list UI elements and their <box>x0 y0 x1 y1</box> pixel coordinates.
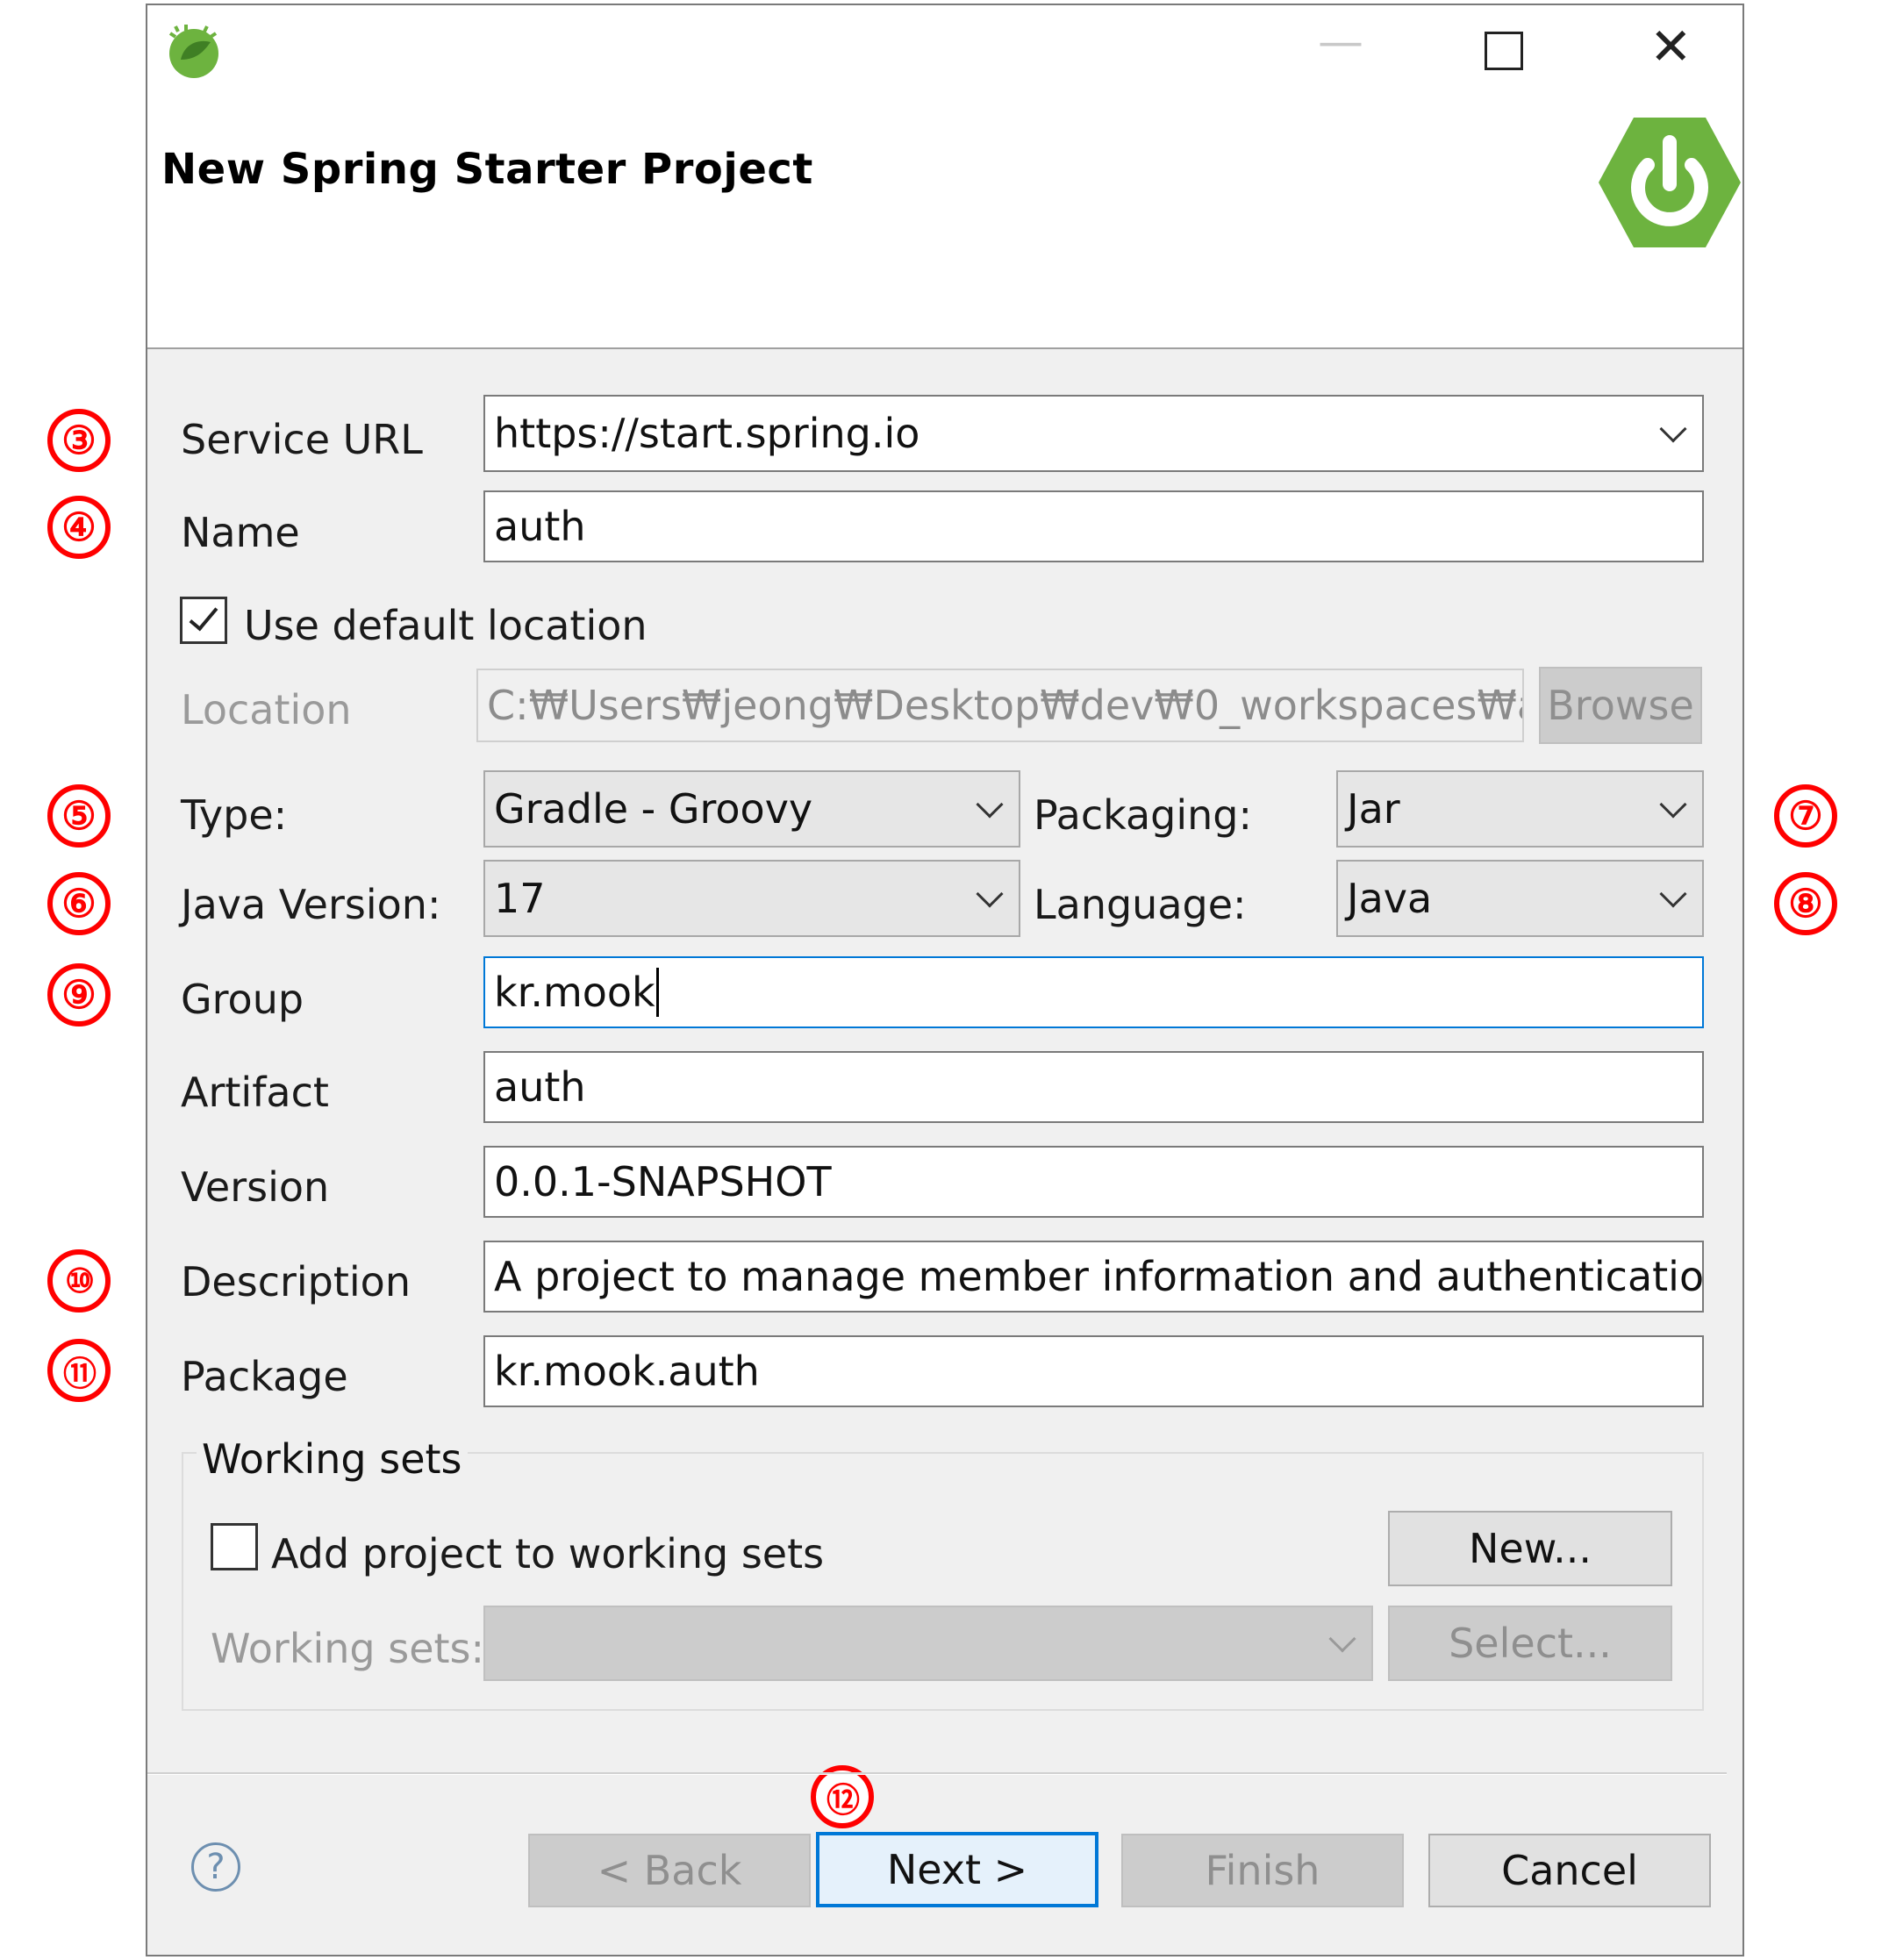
description-input[interactable]: A project to manage member information a… <box>483 1241 1704 1313</box>
annotation-6: ⑥ <box>47 872 111 935</box>
text-cursor <box>655 968 659 1017</box>
select-working-sets-button[interactable]: Select... <box>1388 1606 1672 1681</box>
service-url-label: Service URL <box>181 416 423 463</box>
annotation-10: ⑩ <box>47 1249 111 1313</box>
help-icon-glyph: ? <box>206 1847 225 1887</box>
type-value: Gradle - Groovy <box>494 785 813 833</box>
group-value: kr.mook <box>494 969 655 1016</box>
use-default-location-label: Use default location <box>244 602 648 649</box>
group-label: Group <box>181 976 304 1023</box>
chevron-down-icon <box>1659 880 1687 908</box>
annotation-7: ⑦ <box>1774 784 1837 848</box>
spring-leaf-icon <box>163 21 225 82</box>
annotation-9: ⑨ <box>47 963 111 1026</box>
name-input[interactable]: auth <box>483 490 1704 562</box>
use-default-location-checkbox[interactable] <box>180 597 227 644</box>
artifact-input[interactable]: auth <box>483 1051 1704 1123</box>
language-label: Language: <box>1034 881 1247 928</box>
annotation-4: ④ <box>47 496 111 559</box>
browse-button[interactable]: Browse <box>1539 667 1702 744</box>
working-sets-title: Working sets <box>197 1439 468 1479</box>
next-button[interactable]: Next > <box>816 1832 1098 1907</box>
chevron-down-icon <box>976 880 1004 908</box>
checkmark-icon <box>189 600 218 632</box>
add-to-working-sets-checkbox[interactable] <box>211 1523 258 1570</box>
dialog-title: New Spring Starter Project <box>161 145 813 194</box>
location-input[interactable]: C:₩Users₩jeong₩Desktop₩dev₩0_workspaces₩… <box>476 669 1524 742</box>
chevron-down-icon <box>1659 790 1687 819</box>
minimize-button[interactable]: — <box>1318 19 1363 65</box>
name-label: Name <box>181 509 300 556</box>
new-working-set-button[interactable]: New... <box>1388 1511 1672 1586</box>
package-input[interactable]: kr.mook.auth <box>483 1335 1704 1407</box>
annotation-5: ⑤ <box>47 784 111 848</box>
description-label: Description <box>181 1258 411 1305</box>
version-input[interactable]: 0.0.1-SNAPSHOT <box>483 1146 1704 1218</box>
spring-power-logo-icon <box>1597 114 1742 251</box>
annotation-8: ⑧ <box>1774 872 1837 935</box>
artifact-label: Artifact <box>181 1069 329 1116</box>
close-button[interactable]: ✕ <box>1649 21 1692 72</box>
annotation-3: ③ <box>47 409 111 472</box>
language-value: Java <box>1347 875 1433 922</box>
help-icon[interactable]: ? <box>191 1842 240 1892</box>
package-label: Package <box>181 1353 348 1400</box>
chevron-down-icon <box>1328 1625 1356 1653</box>
packaging-label: Packaging: <box>1034 791 1253 839</box>
add-to-working-sets-label: Add project to working sets <box>271 1530 825 1577</box>
cancel-button[interactable]: Cancel <box>1428 1834 1711 1907</box>
finish-button[interactable]: Finish <box>1121 1834 1404 1907</box>
java-version-combo[interactable]: 17 <box>483 860 1020 937</box>
working-sets-label: Working sets: <box>211 1625 485 1672</box>
version-label: Version <box>181 1163 330 1211</box>
language-combo[interactable]: Java <box>1336 860 1704 937</box>
working-sets-combo[interactable] <box>483 1606 1373 1681</box>
service-url-value: https://start.spring.io <box>494 410 920 457</box>
service-url-combo[interactable]: https://start.spring.io <box>483 395 1704 472</box>
chevron-down-icon <box>976 790 1004 819</box>
java-version-value: 17 <box>494 875 546 922</box>
location-label: Location <box>181 686 352 733</box>
java-version-label: Java Version: <box>181 881 441 928</box>
annotation-11: ⑪ <box>47 1339 111 1402</box>
type-label: Type: <box>181 791 288 839</box>
packaging-combo[interactable]: Jar <box>1336 770 1704 848</box>
chevron-down-icon <box>1659 415 1687 443</box>
type-combo[interactable]: Gradle - Groovy <box>483 770 1020 848</box>
packaging-value: Jar <box>1347 785 1400 833</box>
group-input[interactable]: kr.mook <box>483 956 1704 1028</box>
back-button[interactable]: < Back <box>528 1834 811 1907</box>
maximize-button[interactable] <box>1485 32 1523 70</box>
footer-separator <box>147 1772 1727 1775</box>
